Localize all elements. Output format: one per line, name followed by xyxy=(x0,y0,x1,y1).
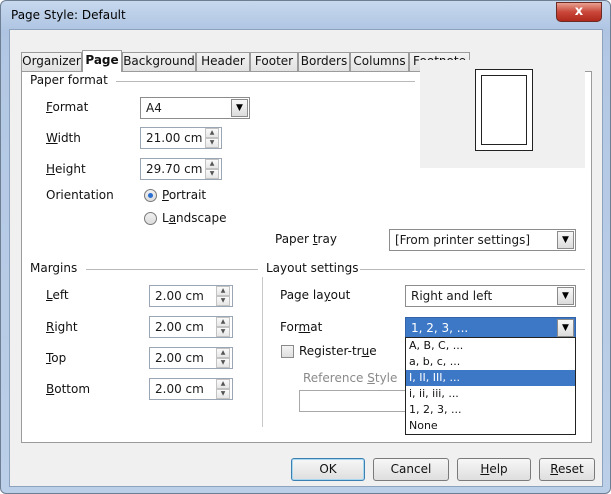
close-icon: x xyxy=(574,4,584,19)
height-field[interactable]: 29.70 cm ▲ ▼ xyxy=(140,158,222,180)
register-true-checkbox[interactable] xyxy=(281,345,294,358)
help-button[interactable]: Help xyxy=(457,458,531,481)
chevron-down-icon[interactable]: ▼ xyxy=(231,99,248,117)
preview-page xyxy=(475,69,533,151)
portrait-label[interactable]: Portrait xyxy=(162,188,206,202)
cancel-button[interactable]: Cancel xyxy=(373,458,449,481)
paper-tray-value: [From printer settings] xyxy=(395,233,531,247)
format-option-arabic[interactable]: 1, 2, 3, ... xyxy=(406,402,575,418)
spin-down-icon[interactable]: ▼ xyxy=(205,169,219,179)
margins-separator xyxy=(86,269,258,270)
paper-tray-dropdown[interactable]: [From printer settings] ▼ xyxy=(389,229,576,251)
spin-up-icon[interactable]: ▲ xyxy=(216,286,230,296)
layout-settings-heading: Layout settings xyxy=(266,261,359,275)
chevron-down-icon[interactable]: ▼ xyxy=(557,319,574,337)
dialog-client-area: Organizer Page Background Header Footer … xyxy=(9,29,603,487)
left-margin-value: 2.00 cm xyxy=(155,289,204,303)
width-spinner[interactable]: ▲ ▼ xyxy=(205,128,219,148)
format-dropdown[interactable]: A4 ▼ xyxy=(140,97,250,119)
page-layout-dropdown[interactable]: Right and left ▼ xyxy=(405,285,576,307)
title-bar: Page Style: Default x xyxy=(1,1,610,29)
top-margin-spinner[interactable]: ▲ ▼ xyxy=(216,348,230,368)
page-tab-panel: Paper format Format A4 ▼ Width 21.00 cm … xyxy=(21,60,592,443)
section-divider xyxy=(262,277,263,427)
paper-format-heading: Paper format xyxy=(30,73,108,87)
bottom-margin-spinner[interactable]: ▲ ▼ xyxy=(216,379,230,399)
layout-format-label: Format xyxy=(280,320,323,334)
paper-format-separator xyxy=(116,81,415,82)
page-layout-value: Right and left xyxy=(411,289,493,303)
right-margin-field[interactable]: 2.00 cm ▲ ▼ xyxy=(149,316,233,338)
spin-up-icon[interactable]: ▲ xyxy=(205,128,219,138)
reference-style-field[interactable] xyxy=(299,390,409,412)
chevron-down-icon[interactable]: ▼ xyxy=(557,231,574,249)
numbering-format-list: A, B, C, ... a, b, c, ... I, II, III, ..… xyxy=(405,337,576,435)
paper-tray-label: Paper tray xyxy=(275,232,337,246)
tab-footer[interactable]: Footer xyxy=(250,52,298,71)
ok-button[interactable]: OK xyxy=(291,458,365,481)
tab-page[interactable]: Page xyxy=(82,50,122,72)
layout-settings-separator xyxy=(360,269,585,270)
width-value: 21.00 cm xyxy=(146,131,203,145)
numbering-format-dropdown[interactable]: 1, 2, 3, ... ▼ xyxy=(405,317,576,339)
reference-style-label: Reference Style xyxy=(303,371,398,385)
right-margin-label: Right xyxy=(46,320,78,334)
format-option-lower-alpha[interactable]: a, b, c, ... xyxy=(406,354,575,370)
height-value: 29.70 cm xyxy=(146,162,203,176)
width-label: Width xyxy=(46,131,81,145)
top-margin-value: 2.00 cm xyxy=(155,351,204,365)
tab-columns[interactable]: Columns xyxy=(350,52,409,71)
left-margin-field[interactable]: 2.00 cm ▲ ▼ xyxy=(149,285,233,307)
page-layout-label: Page layout xyxy=(280,288,351,302)
left-margin-spinner[interactable]: ▲ ▼ xyxy=(216,286,230,306)
tab-borders[interactable]: Borders xyxy=(298,52,350,71)
tab-organizer[interactable]: Organizer xyxy=(21,52,82,71)
format-option-lower-roman[interactable]: i, ii, iii, ... xyxy=(406,386,575,402)
format-option-none[interactable]: None xyxy=(406,418,575,434)
orientation-label: Orientation xyxy=(46,188,114,202)
tab-background[interactable]: Background xyxy=(122,52,196,71)
spin-down-icon[interactable]: ▼ xyxy=(216,389,230,399)
width-field[interactable]: 21.00 cm ▲ ▼ xyxy=(140,127,222,149)
landscape-label[interactable]: Landscape xyxy=(162,211,226,225)
spin-down-icon[interactable]: ▼ xyxy=(216,296,230,306)
landscape-radio[interactable] xyxy=(144,212,157,225)
right-margin-value: 2.00 cm xyxy=(155,320,204,334)
bottom-margin-value: 2.00 cm xyxy=(155,382,204,396)
spin-down-icon[interactable]: ▼ xyxy=(216,327,230,337)
bottom-margin-label: Bottom xyxy=(46,382,91,396)
format-option-upper-roman[interactable]: I, II, III, ... xyxy=(406,370,575,386)
format-label: Format xyxy=(46,100,89,114)
spin-down-icon[interactable]: ▼ xyxy=(216,358,230,368)
portrait-radio[interactable] xyxy=(144,189,157,202)
register-true-label[interactable]: Register-true xyxy=(299,344,377,358)
reset-button[interactable]: Reset xyxy=(539,458,595,481)
margins-heading: Margins xyxy=(30,261,78,275)
chevron-down-icon[interactable]: ▼ xyxy=(557,287,574,305)
left-margin-label: Left xyxy=(46,288,69,302)
window-title: Page Style: Default xyxy=(11,8,126,22)
spin-up-icon[interactable]: ▲ xyxy=(216,317,230,327)
format-option-upper-alpha[interactable]: A, B, C, ... xyxy=(406,338,575,354)
height-spinner[interactable]: ▲ ▼ xyxy=(205,159,219,179)
numbering-format-value: 1, 2, 3, ... xyxy=(411,321,469,335)
top-margin-field[interactable]: 2.00 cm ▲ ▼ xyxy=(149,347,233,369)
close-button[interactable]: x xyxy=(556,2,602,22)
preview-page-margins xyxy=(481,75,527,145)
tab-header[interactable]: Header xyxy=(196,52,250,71)
top-margin-label: Top xyxy=(46,351,67,365)
bottom-margin-field[interactable]: 2.00 cm ▲ ▼ xyxy=(149,378,233,400)
spin-up-icon[interactable]: ▲ xyxy=(205,159,219,169)
spin-up-icon[interactable]: ▲ xyxy=(216,348,230,358)
right-margin-spinner[interactable]: ▲ ▼ xyxy=(216,317,230,337)
format-value: A4 xyxy=(146,101,162,115)
height-label: Height xyxy=(46,162,86,176)
spin-down-icon[interactable]: ▼ xyxy=(205,138,219,148)
page-preview xyxy=(420,60,585,168)
page-style-dialog: Page Style: Default x Organizer Page Bac… xyxy=(0,0,611,494)
spin-up-icon[interactable]: ▲ xyxy=(216,379,230,389)
